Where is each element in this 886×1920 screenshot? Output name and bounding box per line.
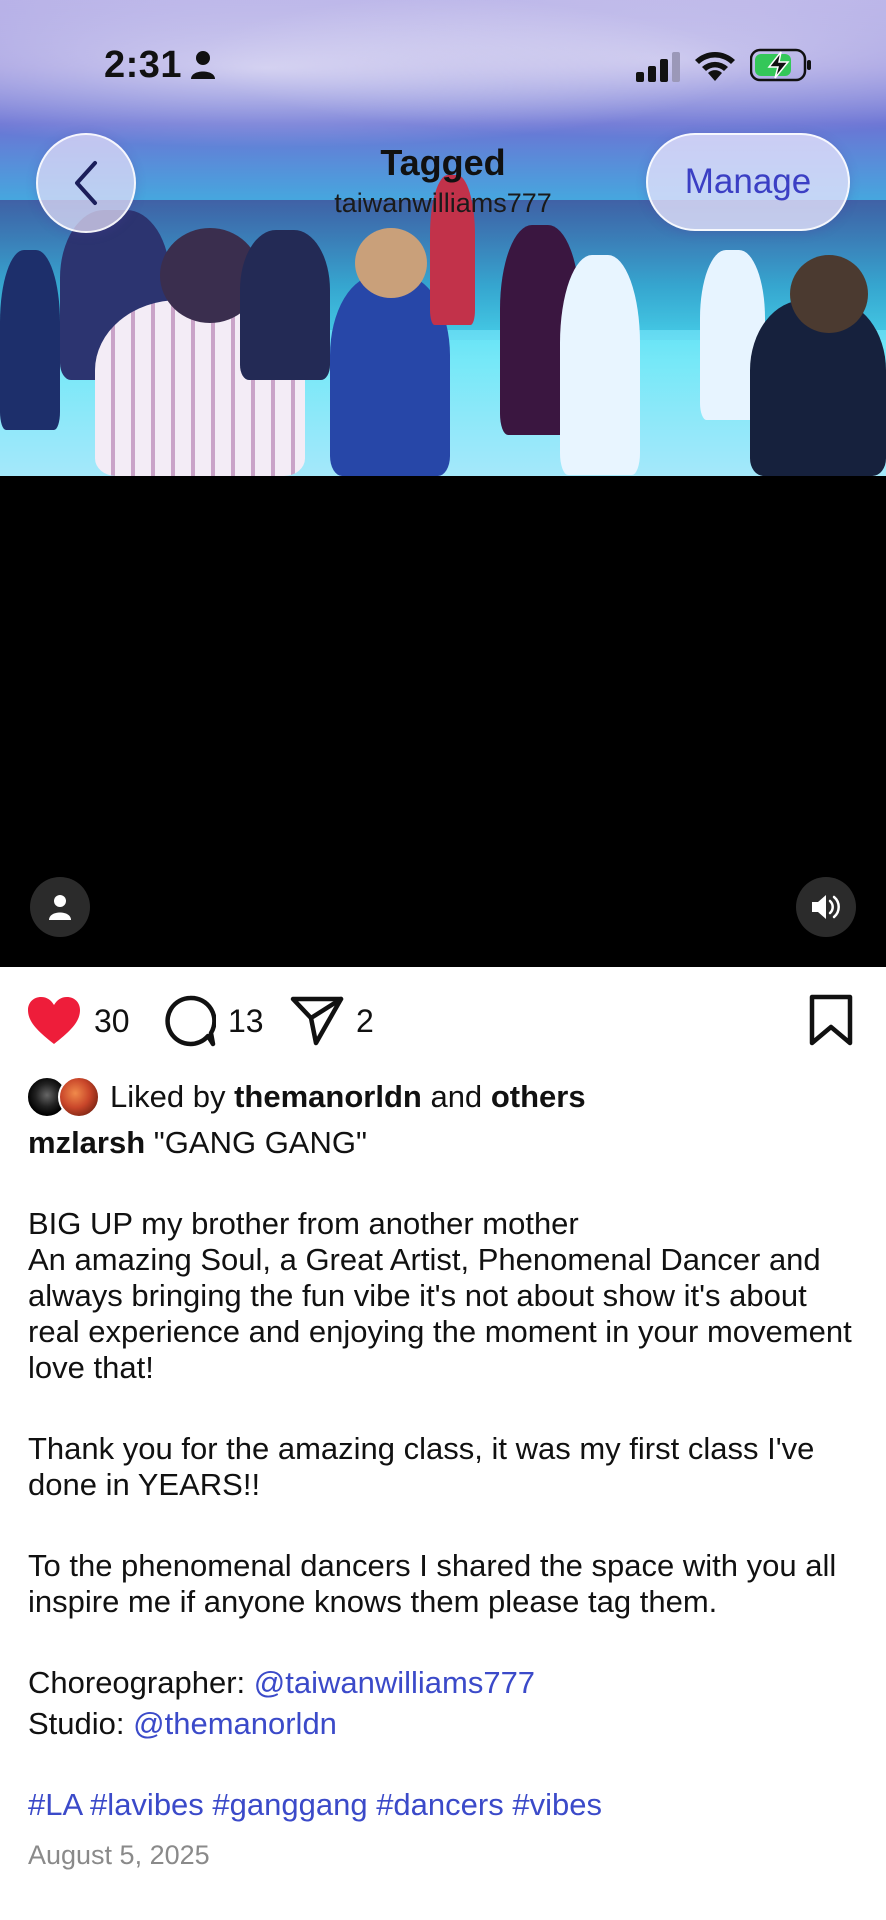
cellular-signal-icon <box>636 52 680 82</box>
caption-username[interactable]: mzlarsh <box>28 1125 145 1160</box>
comments-count[interactable]: 13 <box>228 1003 264 1040</box>
studio-label: Studio: <box>28 1706 134 1741</box>
status-bar: 2:31 <box>0 0 886 130</box>
caption-line: BIG UP my brother from another mother <box>28 1206 579 1241</box>
dancer-figure <box>560 255 640 475</box>
dancer-figure <box>0 250 60 430</box>
likes-count[interactable]: 30 <box>94 1003 130 1040</box>
person-icon <box>191 51 215 79</box>
dancer-head <box>790 255 868 333</box>
caption-paragraph: Thank you for the amazing class, it was … <box>28 1431 823 1502</box>
bookmark-icon[interactable] <box>808 994 854 1046</box>
speaker-icon <box>812 895 840 919</box>
liked-by-row[interactable]: Liked by themanorldn and others <box>26 1073 586 1121</box>
caption-title: "GANG GANG" <box>145 1125 367 1160</box>
post-action-row: 30 13 2 <box>0 990 886 1052</box>
battery-charging-icon <box>750 48 811 82</box>
send-icon[interactable] <box>290 996 344 1046</box>
studio-mention-link[interactable]: @themanorldn <box>133 1706 337 1741</box>
post-date: August 5, 2025 <box>28 1840 210 1870</box>
person-tag-icon <box>49 895 71 920</box>
mute-toggle-button[interactable] <box>796 877 856 937</box>
like-action[interactable]: 30 <box>26 990 130 1052</box>
manage-button[interactable]: Manage <box>646 133 850 231</box>
wifi-icon <box>695 52 735 81</box>
share-action[interactable]: 2 <box>290 990 374 1052</box>
caption-paragraph: An amazing Soul, a Great Artist, Phenome… <box>28 1242 861 1385</box>
liked-by-text[interactable]: Liked by themanorldn and others <box>110 1079 586 1115</box>
choreographer-mention-link[interactable]: @taiwanwilliams777 <box>254 1665 535 1700</box>
shares-count[interactable]: 2 <box>356 1003 374 1040</box>
hashtags-link[interactable]: #LA #lavibes #ganggang #dancers #vibes <box>28 1787 863 1823</box>
dancer-head <box>355 228 427 298</box>
post-media[interactable]: 2:31 Tagged taiwanwilliams777 Manage <box>0 0 886 967</box>
dancer-figure <box>240 230 330 380</box>
liked-by-others-link[interactable]: others <box>491 1079 586 1114</box>
liked-by-user-link[interactable]: themanorldn <box>234 1079 422 1114</box>
liked-by-prefix: Liked by <box>110 1079 226 1114</box>
heart-icon[interactable] <box>26 996 82 1046</box>
tagged-people-button[interactable] <box>30 877 90 937</box>
post-caption: mzlarsh "GANG GANG" BIG UP my brother fr… <box>28 1125 863 1823</box>
comment-icon[interactable] <box>164 995 216 1047</box>
status-time: 2:31 <box>104 44 183 86</box>
avatar[interactable] <box>58 1076 100 1118</box>
caption-paragraph: To the phenomenal dancers I shared the s… <box>28 1548 845 1619</box>
liked-by-connector: and <box>430 1079 483 1114</box>
choreographer-label: Choreographer: <box>28 1665 254 1700</box>
comment-action[interactable]: 13 <box>164 990 264 1052</box>
